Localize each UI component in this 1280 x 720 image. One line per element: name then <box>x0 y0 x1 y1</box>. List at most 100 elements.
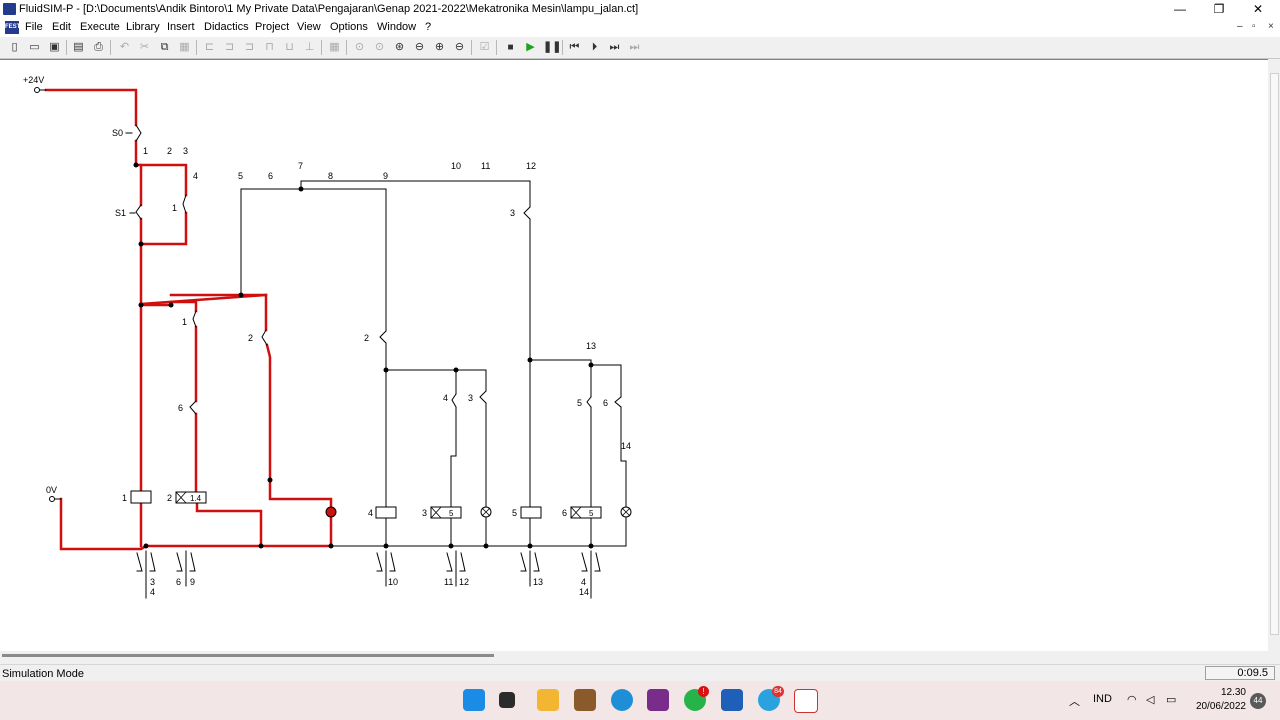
circuit-canvas[interactable]: +24V 0V S0 S1 1 2 3 4 5 6 7 8 9 10 11 12… <box>0 59 1268 652</box>
step-forward-icon[interactable]: ⏭ <box>607 40 622 55</box>
timer1-contact <box>182 194 187 214</box>
column-number: 14 <box>621 441 631 451</box>
fluidsim-icon[interactable] <box>794 689 818 713</box>
column-number: 12 <box>526 161 536 171</box>
restore-button[interactable]: ❐ <box>1199 0 1239 19</box>
menu-edit[interactable]: Edit <box>52 21 71 33</box>
system-clock[interactable]: 12.30 20/06/2022 <box>1190 686 1246 714</box>
print-preview-icon[interactable]: ▤ <box>71 40 86 55</box>
k4-contact <box>451 393 457 408</box>
contact-table-symbols <box>136 550 601 599</box>
vertical-scroll-thumb[interactable] <box>1270 73 1279 635</box>
wifi-icon[interactable]: ◠ <box>1127 693 1137 706</box>
switch-s1-label: S1 <box>115 208 126 218</box>
zoom-previous-icon[interactable]: ⊖ <box>412 40 427 55</box>
tray-chevron-icon[interactable]: ︿ <box>1069 693 1080 709</box>
zoom-out-icon[interactable]: ⊖ <box>452 40 467 55</box>
k6-contact-b <box>614 396 622 408</box>
align-left-icon[interactable]: ⊏ <box>202 40 217 55</box>
task-view-icon[interactable] <box>499 692 515 708</box>
align-right-icon[interactable]: ⊐ <box>242 40 257 55</box>
menu-options[interactable]: Options <box>330 21 368 33</box>
volume-icon[interactable]: ◁ <box>1146 693 1154 706</box>
grid-icon[interactable]: ▦ <box>327 40 342 55</box>
status-bar: Simulation Mode 0:09.5 <box>0 664 1280 682</box>
menu-bar: FESTO File Edit Execute Library Insert D… <box>0 19 1280 37</box>
toolbar-separator <box>562 40 563 55</box>
terminal-plus <box>34 87 40 93</box>
column-number: 13 <box>586 341 596 351</box>
windows-start-icon[interactable] <box>463 689 485 711</box>
align-bottom-icon[interactable]: ⊥ <box>302 40 317 55</box>
zoom-all-icon[interactable]: ⊛ <box>392 40 407 55</box>
undo-icon[interactable]: ↶ <box>117 40 132 55</box>
menu-library[interactable]: Library <box>126 21 160 33</box>
minimize-button[interactable]: — <box>1160 0 1200 19</box>
notification-badge[interactable]: 44 <box>1250 693 1266 709</box>
inactive-wires <box>240 180 627 547</box>
horizontal-scroll-thumb[interactable] <box>2 654 494 657</box>
relay-coil-4 <box>375 506 397 519</box>
menu-file[interactable]: File <box>25 21 43 33</box>
library-icon[interactable] <box>574 689 596 711</box>
mdi-minimize-button[interactable]: – <box>1237 21 1243 32</box>
toolbar-separator <box>346 40 347 55</box>
step-icon[interactable]: ⏵ <box>587 40 602 55</box>
festo-doc-icon[interactable]: FESTO <box>5 21 25 34</box>
mdi-restore-button[interactable]: ▫ <box>1252 21 1256 32</box>
vertical-scrollbar[interactable] <box>1268 59 1280 651</box>
ocr-app-icon[interactable] <box>647 689 669 711</box>
stop-icon[interactable]: ■ <box>503 40 518 55</box>
file-explorer-icon[interactable] <box>537 689 559 711</box>
save-icon[interactable]: ▣ <box>47 40 62 55</box>
horizontal-scrollbar[interactable] <box>0 651 1268 663</box>
contact-label: 2 <box>364 333 369 343</box>
play-icon[interactable]: ▶ <box>523 40 538 55</box>
k5-contact <box>586 396 592 408</box>
menu-didactics[interactable]: Didactics <box>204 21 249 33</box>
reset-icon[interactable]: ⏮ <box>567 40 582 55</box>
mdi-close-button[interactable]: × <box>1268 21 1274 32</box>
fast-forward-icon[interactable]: ⏭ <box>627 40 642 55</box>
toolbar-separator <box>471 40 472 55</box>
open-icon[interactable]: ▭ <box>27 40 42 55</box>
language-indicator[interactable]: IND <box>1093 693 1112 705</box>
word-icon[interactable] <box>721 689 743 711</box>
k3-contact-b <box>523 206 531 220</box>
align-top-icon[interactable]: ⊓ <box>262 40 277 55</box>
fluidsim-app-icon <box>3 3 16 15</box>
contact-label: 2 <box>248 333 253 343</box>
menu-execute[interactable]: Execute <box>80 21 120 33</box>
new-icon[interactable]: ▯ <box>7 40 22 55</box>
copy-icon[interactable]: ⧉ <box>157 40 172 55</box>
column-number: 9 <box>383 171 388 181</box>
table-contact-number: 3 <box>150 577 155 587</box>
pause-icon[interactable]: ❚❚ <box>543 40 561 55</box>
whatsapp-badge: ! <box>698 686 709 697</box>
toolbar-separator <box>110 40 111 55</box>
menu-view[interactable]: View <box>297 21 321 33</box>
print-icon[interactable]: ⎙ <box>91 40 106 55</box>
contact-label: 3 <box>510 208 515 218</box>
align-middle-icon[interactable]: ⊔ <box>282 40 297 55</box>
zoom-fit-icon[interactable]: ⊙ <box>352 40 367 55</box>
menu-insert[interactable]: Insert <box>167 21 195 33</box>
lamp-8-lit <box>325 506 337 518</box>
paste-icon[interactable]: ▦ <box>177 40 192 55</box>
menu-project[interactable]: Project <box>255 21 289 33</box>
menu-help[interactable]: ? <box>425 21 431 33</box>
edge-icon[interactable] <box>611 689 633 711</box>
contact-label: 3 <box>468 393 473 403</box>
check-icon[interactable]: ☑ <box>477 40 492 55</box>
terminal-zero <box>49 496 55 502</box>
taskbar: ! 84 ︿ IND ◠ ◁ ▭ 12.30 20/06/2022 44 <box>0 681 1280 720</box>
circuit-diagram: +24V 0V S0 S1 1 2 3 4 5 6 7 8 9 10 11 12… <box>23 75 632 599</box>
close-button[interactable]: ✕ <box>1238 0 1278 19</box>
cut-icon[interactable]: ✂ <box>137 40 152 55</box>
zoom-in-icon[interactable]: ⊕ <box>432 40 447 55</box>
battery-icon[interactable]: ▭ <box>1166 693 1176 706</box>
align-center-icon[interactable]: ⊐ <box>222 40 237 55</box>
menu-window[interactable]: Window <box>377 21 416 33</box>
zoom-window-icon[interactable]: ⊙ <box>372 40 387 55</box>
window-title: FluidSIM-P - [D:\Documents\Andik Bintoro… <box>19 3 639 15</box>
